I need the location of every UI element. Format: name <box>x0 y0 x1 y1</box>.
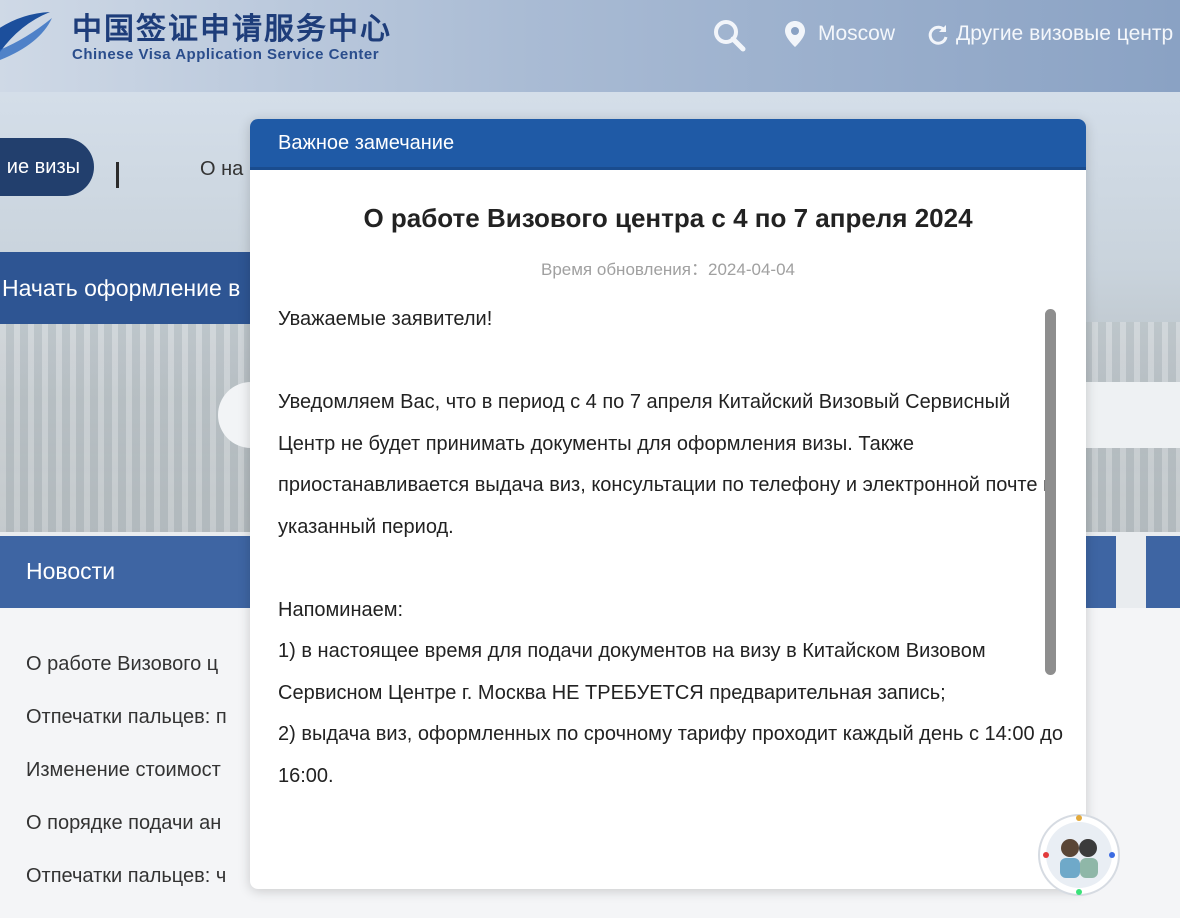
logo-chinese-text: 中国签证申请服务中心 <box>72 12 392 47</box>
news-item[interactable]: О работе Визового ц <box>26 653 218 676</box>
news-item[interactable]: О порядке подачи ан <box>26 812 221 835</box>
logo-english-text: Chinese Visa Application Service Center <box>72 46 380 63</box>
news-item[interactable]: Отпечатки пальцев: ч <box>26 865 226 888</box>
notice-greeting: Уважаемые заявители! <box>278 308 493 330</box>
logo-swoosh-icon <box>0 12 52 60</box>
notice-body[interactable]: Уважаемые заявители! Уведомляем Вас, что… <box>278 299 1064 797</box>
refresh-icon <box>928 25 948 45</box>
news-item[interactable]: Отпечатки пальцев: п <box>26 706 227 729</box>
reminder-label: Напоминаем: <box>278 598 404 621</box>
news-item[interactable]: Изменение стоимост <box>26 759 221 782</box>
reminder-point-2: 2) выдача виз, оформленных по срочному т… <box>278 723 1063 787</box>
update-time: Время обновления：2024-04-04 <box>250 255 1086 280</box>
map-pin-icon <box>785 21 805 47</box>
start-application-button[interactable]: Начать оформление в <box>0 252 262 324</box>
update-time-label: Время обновления： <box>541 260 709 279</box>
important-notice-modal: Важное замечание О работе Визового центр… <box>250 119 1086 889</box>
reminder-point-1: 1) в настоящее время для подачи документ… <box>278 640 986 704</box>
watermark-sticker-icon <box>1038 814 1120 896</box>
site-header: 中国签证申请服务中心 Chinese Visa Application Serv… <box>0 0 1180 92</box>
notice-title: О работе Визового центра с 4 по 7 апреля… <box>363 203 973 233</box>
hero-side-box <box>1086 382 1180 448</box>
news-section-bar-right <box>1146 536 1180 608</box>
notice-paragraph: Уведомляем Вас, что в период с 4 по 7 ап… <box>278 391 1054 538</box>
nav-divider <box>116 162 119 188</box>
current-city-link[interactable]: Moscow <box>818 22 895 46</box>
news-section-title: Новости <box>26 558 116 584</box>
visa-menu-button[interactable]: ие визы <box>0 138 94 196</box>
search-icon[interactable] <box>712 18 746 52</box>
update-time-value: 2024-04-04 <box>708 260 795 279</box>
modal-scrollbar[interactable] <box>1045 309 1056 675</box>
other-centers-link[interactable]: Другие визовые центр <box>956 22 1173 46</box>
modal-header: Важное замечание <box>250 119 1086 170</box>
nav-about-link[interactable]: О на <box>200 158 243 181</box>
